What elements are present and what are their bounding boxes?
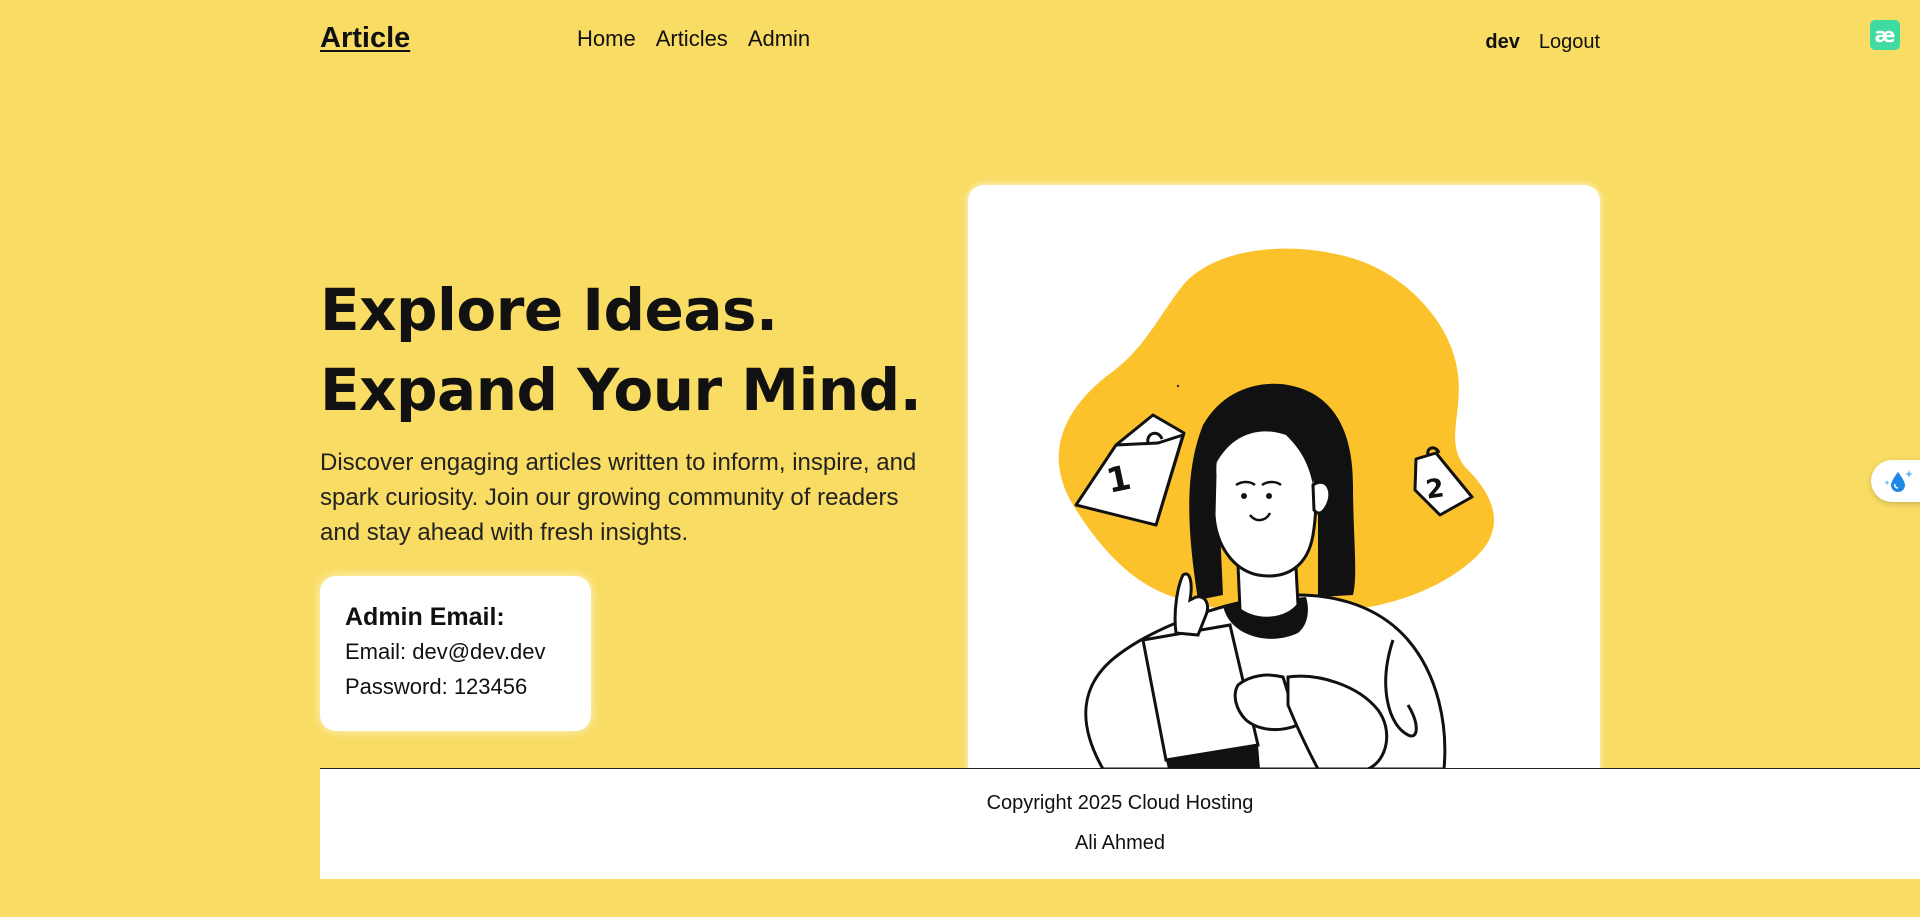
footer: Copyright 2025 Cloud Hosting Ali Ahmed	[320, 768, 1920, 879]
nav-articles[interactable]: Articles	[656, 26, 728, 52]
admin-card-title: Admin Email:	[345, 603, 505, 631]
hero-title-line-2: Expand Your Mind.	[320, 356, 922, 424]
username: dev	[1485, 31, 1520, 53]
water-drop-sparkle-icon	[1884, 470, 1913, 492]
logout-link[interactable]: Logout	[1539, 31, 1600, 54]
hero-illustration-card: 1 2	[968, 185, 1600, 769]
hero-description: Discover engaging articles written to in…	[320, 449, 917, 546]
brand-logo-link[interactable]: Article	[320, 22, 410, 55]
admin-credentials-card: Admin Email: Email: dev@dev.dev Password…	[320, 576, 591, 731]
main-nav: Home Articles Admin	[577, 26, 810, 52]
side-tab-button[interactable]	[1871, 460, 1920, 502]
woman-reading-illustration: 1 2	[1058, 248, 1495, 769]
hero-title: Explore Ideas. Expand Your Mind.	[320, 270, 922, 430]
user-area: dev Logout	[1485, 31, 1600, 54]
admin-email-text: Email: dev@dev.dev	[345, 639, 546, 664]
footer-author: Ali Ahmed	[1074, 832, 1166, 854]
extension-badge-icon[interactable]: æ	[1870, 20, 1900, 50]
admin-password-text: Password: 123456	[345, 674, 528, 699]
nav-home[interactable]: Home	[577, 26, 636, 52]
hero-title-line-1: Explore Ideas.	[320, 276, 778, 344]
footer-copyright: Copyright 2025 Cloud Hosting	[986, 792, 1254, 814]
nav-admin[interactable]: Admin	[748, 26, 810, 52]
